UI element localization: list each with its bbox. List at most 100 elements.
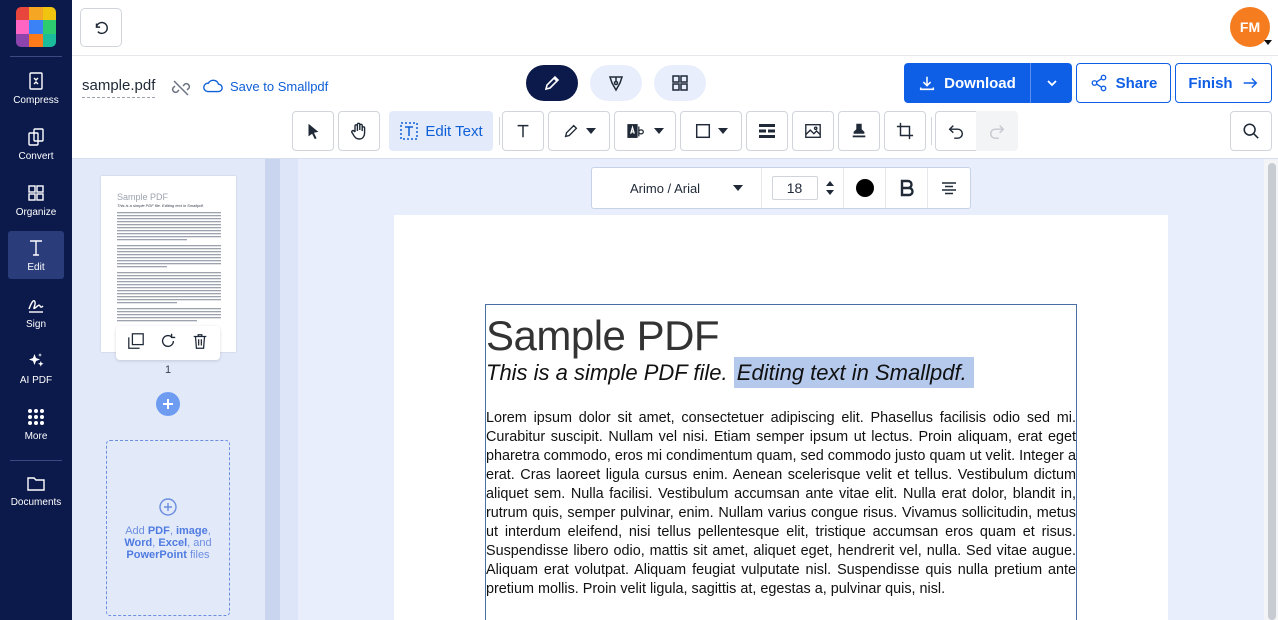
document-subtitle[interactable]: This is a simple PDF file. Editing text … — [486, 357, 974, 388]
chevron-up-icon[interactable] — [825, 181, 834, 186]
document-title[interactable]: Sample PDF — [486, 312, 720, 360]
square-shape-icon — [695, 123, 711, 139]
font-family-select[interactable]: Arimo / Arial — [592, 168, 762, 208]
redo-icon — [989, 125, 1005, 139]
search-button[interactable] — [1230, 111, 1272, 151]
font-size-stepper[interactable] — [825, 181, 834, 195]
toolbar-divider — [499, 117, 500, 145]
left-navigation: Compress Convert Organize Edit Sign AI P… — [0, 0, 72, 620]
convert-icon — [28, 128, 44, 146]
save-to-smallpdf-link[interactable]: Save to Smallpdf — [202, 78, 328, 94]
dropzone-excel: Excel — [158, 537, 188, 549]
unlink-icon[interactable] — [171, 78, 191, 103]
download-icon — [920, 76, 935, 91]
redo-button[interactable] — [976, 111, 1018, 151]
share-label: Share — [1115, 74, 1158, 92]
font-size-input[interactable]: 18 — [771, 176, 818, 200]
share-icon — [1091, 74, 1107, 92]
download-button[interactable]: Download — [904, 63, 1030, 103]
pan-tool-button[interactable] — [338, 111, 380, 151]
toolbar-divider — [931, 117, 932, 145]
file-name[interactable]: sample.pdf — [82, 77, 156, 98]
download-options-button[interactable] — [1030, 63, 1072, 103]
select-tool-button[interactable] — [292, 111, 334, 151]
dropzone-sep: , — [207, 525, 211, 537]
form-fields-tool-button[interactable] — [746, 111, 788, 151]
nav-label: Documents — [10, 497, 62, 508]
nav-item-ai-pdf[interactable]: AI PDF — [8, 344, 64, 392]
nav-label: AI PDF — [19, 375, 53, 386]
text-box-icon — [400, 122, 419, 140]
dropzone-pdf: PDF — [147, 525, 170, 537]
text-align-button[interactable] — [928, 168, 970, 208]
thumbnail-actions — [116, 326, 220, 360]
nav-item-convert[interactable]: Convert — [8, 120, 64, 168]
subtitle-selected-text: Editing text in Smallpdf. — [733, 357, 974, 388]
form-lines-icon — [759, 124, 775, 138]
page-number: 1 — [164, 364, 172, 376]
finish-button[interactable]: Finish — [1175, 63, 1272, 103]
annotate-mode-button[interactable] — [590, 65, 642, 101]
chevron-down-icon — [586, 128, 596, 134]
draw-tool-button[interactable] — [548, 111, 610, 151]
nav-item-documents[interactable]: Documents — [8, 466, 64, 514]
add-text-tool-button[interactable] — [502, 111, 544, 151]
edit-text-icon — [30, 240, 42, 256]
bold-button[interactable] — [886, 168, 928, 208]
chevron-down-icon — [654, 128, 664, 134]
canvas-margin — [280, 159, 298, 620]
organize-mode-button[interactable] — [654, 65, 706, 101]
edit-mode-button[interactable] — [526, 65, 578, 101]
smallpdf-logo[interactable] — [16, 7, 56, 47]
save-label: Save to Smallpdf — [230, 78, 329, 94]
trash-icon[interactable] — [191, 332, 209, 355]
document-body-text[interactable]: Lorem ipsum dolor sit amet, consectetuer… — [486, 409, 1076, 599]
rotate-icon[interactable] — [159, 332, 177, 355]
chevron-down-icon[interactable] — [1264, 40, 1272, 45]
cursor-arrow-icon — [308, 123, 319, 140]
ai-sparkle-icon — [29, 353, 44, 367]
dropzone-word: Word — [124, 537, 153, 549]
hand-icon — [351, 122, 366, 140]
nav-divider — [10, 56, 62, 57]
dropzone-powerpoint: PowerPoint — [126, 549, 187, 561]
replace-text-tool-button[interactable] — [614, 111, 676, 151]
nav-item-organize[interactable]: Organize — [8, 176, 64, 224]
grid-dots-icon — [28, 409, 44, 425]
organize-icon — [28, 185, 44, 201]
nav-item-more[interactable]: More — [8, 400, 64, 448]
share-button[interactable]: Share — [1076, 63, 1171, 103]
text-color-button[interactable] — [844, 168, 886, 208]
shape-tool-button[interactable] — [680, 111, 742, 151]
image-tool-button[interactable] — [792, 111, 834, 151]
folder-icon — [27, 477, 45, 491]
undo-button[interactable] — [935, 111, 977, 151]
chevron-down-icon — [1046, 80, 1057, 87]
chevron-down-icon[interactable] — [825, 190, 834, 195]
subtitle-plain-text: This is a simple PDF file. — [486, 360, 734, 385]
add-files-dropzone[interactable]: Add PDF, image, Word, Excel, and PowerPo… — [106, 440, 230, 616]
crop-tool-button[interactable] — [884, 111, 926, 151]
nav-item-compress[interactable]: Compress — [8, 64, 64, 112]
pencil-icon — [544, 75, 560, 91]
arrow-right-icon — [1243, 77, 1257, 89]
dropzone-suffix: files — [186, 549, 210, 561]
nav-label: Organize — [15, 207, 57, 218]
nav-item-sign[interactable]: Sign — [8, 288, 64, 336]
thumb-subtitle: This is a simple PDF file. Editing text … — [117, 203, 204, 208]
nav-item-edit[interactable]: Edit — [8, 231, 64, 279]
font-size-control: 18 — [762, 168, 844, 208]
history-button[interactable] — [80, 8, 122, 47]
edit-text-tool-button[interactable]: Edit Text — [389, 111, 493, 151]
nav-label: More — [24, 431, 48, 442]
nav-label: Edit — [27, 262, 45, 273]
stamp-tool-button[interactable] — [838, 111, 880, 151]
scrollbar-thumb[interactable] — [1268, 163, 1276, 620]
download-label: Download — [944, 74, 1016, 92]
nav-label: Compress — [13, 95, 59, 106]
finish-label: Finish — [1188, 74, 1233, 92]
duplicate-icon[interactable] — [127, 332, 145, 355]
bold-icon — [900, 179, 914, 197]
add-page-button[interactable] — [156, 392, 180, 416]
panel-resize-handle[interactable] — [265, 159, 280, 620]
